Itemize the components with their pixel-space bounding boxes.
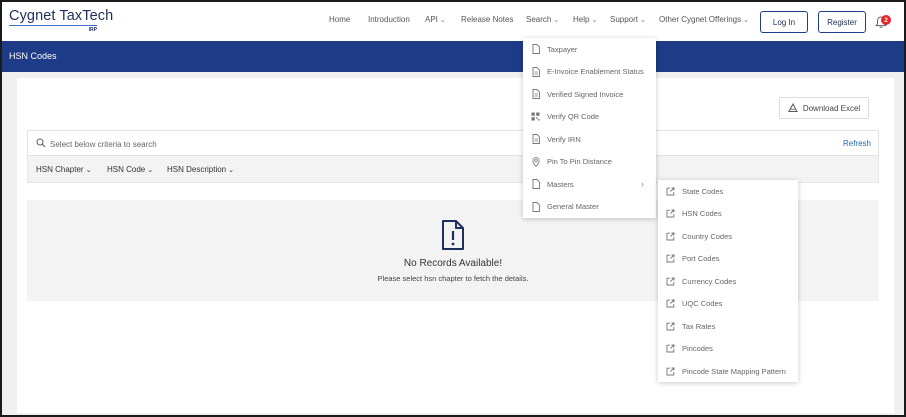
nav-search[interactable]: Search ⌄: [526, 15, 559, 24]
chevron-down-icon: ⌄: [228, 167, 235, 174]
triangle-icon: [787, 103, 798, 112]
submenu-item-tax-rates[interactable]: Tax Rates: [658, 315, 798, 337]
nav-home[interactable]: Home: [329, 15, 350, 24]
filter-hsn-description[interactable]: HSN Description ⌄: [167, 165, 234, 174]
search-icon: [36, 138, 46, 148]
submenu-item-port-codes[interactable]: Port Codes: [658, 248, 798, 270]
submenu-item-pincodes[interactable]: Pincodes: [658, 338, 798, 360]
menu-item-verify-irn[interactable]: Verify IRN: [523, 128, 656, 150]
external-link-icon: [666, 344, 675, 354]
brand-name: Cygnet TaxTech: [9, 8, 114, 24]
submenu-item-uqc-codes[interactable]: UQC Codes: [658, 293, 798, 315]
brand-logo[interactable]: Cygnet TaxTech IRP: [9, 8, 114, 33]
chevron-down-icon: ⌄: [85, 167, 92, 174]
external-link-icon: [666, 299, 675, 309]
external-link-icon: [666, 276, 675, 286]
chevron-down-icon: ⌄: [439, 17, 446, 24]
chevron-down-icon: ⌄: [743, 17, 749, 24]
brand-subtitle: IRP: [88, 27, 97, 33]
external-link-icon: [666, 366, 675, 376]
map-pin-icon: [531, 156, 540, 167]
search-dropdown-menu: Taxpayer E-Invoice Enablement Status Ver…: [523, 38, 656, 218]
notification-badge: 2: [881, 15, 891, 25]
chevron-down-icon: ⌄: [147, 167, 154, 174]
search-input[interactable]: [50, 137, 450, 151]
brand-underline: [9, 25, 97, 26]
filter-hsn-chapter[interactable]: HSN Chapter ⌄: [36, 165, 91, 174]
chevron-right-icon: ›: [641, 179, 644, 189]
file-icon: [531, 44, 540, 54]
nav-help[interactable]: Help ⌄: [573, 15, 597, 24]
chevron-down-icon: ⌄: [640, 17, 646, 24]
chevron-down-icon: ⌄: [553, 17, 560, 24]
page-header: HSN Codes: [2, 41, 904, 72]
register-button[interactable]: Register: [818, 11, 866, 33]
file-lines-icon: [531, 134, 540, 144]
chevron-down-icon: ⌄: [591, 17, 598, 24]
file-icon: [531, 179, 540, 189]
file-icon: [531, 201, 540, 212]
external-link-icon: [666, 321, 675, 331]
menu-item-masters[interactable]: Masters ›: [523, 173, 656, 195]
nav-release-notes[interactable]: Release Notes: [461, 15, 513, 24]
external-link-icon: [666, 231, 675, 241]
page-title: HSN Codes: [9, 51, 57, 61]
submenu-item-country-codes[interactable]: Country Codes: [658, 225, 798, 247]
menu-item-pin-to-pin-distance[interactable]: Pin To Pin Distance: [523, 151, 656, 173]
nav-api[interactable]: API ⌄: [425, 15, 446, 24]
refresh-link[interactable]: Refresh: [843, 139, 871, 148]
app-window: Cygnet TaxTech IRP Home Introduction API…: [0, 0, 906, 417]
external-link-icon: [666, 186, 675, 196]
search-bar: Refresh: [27, 130, 879, 156]
masters-submenu: State Codes HSN Codes Country Codes Port…: [658, 180, 798, 382]
menu-item-taxpayer[interactable]: Taxpayer: [523, 38, 656, 60]
download-excel-label: Download Excel: [802, 103, 861, 113]
submenu-item-state-codes[interactable]: State Codes: [658, 180, 798, 202]
submenu-item-currency-codes[interactable]: Currency Codes: [658, 270, 798, 292]
qr-code-icon: [531, 112, 540, 122]
external-link-icon: [666, 209, 675, 219]
menu-item-general-master[interactable]: General Master: [523, 196, 656, 218]
external-link-icon: [666, 254, 675, 264]
nav-other-offerings[interactable]: Other Cygnet Offerings ⌄: [659, 15, 749, 24]
menu-item-einvoice-status[interactable]: E-Invoice Enablement Status: [523, 61, 656, 83]
file-alert-icon: [442, 220, 464, 250]
top-navbar: Cygnet TaxTech IRP Home Introduction API…: [2, 2, 904, 41]
nav-introduction[interactable]: Introduction: [368, 15, 410, 24]
download-excel-button[interactable]: Download Excel: [779, 97, 869, 119]
filter-bar: HSN Chapter ⌄ HSN Code ⌄ HSN Description ⌄: [27, 156, 879, 183]
file-lines-icon: [531, 89, 540, 99]
menu-item-verify-qr-code[interactable]: Verify QR Code: [523, 106, 656, 128]
login-button[interactable]: Log In: [760, 11, 808, 33]
submenu-item-pincode-state-mapping[interactable]: Pincode State Mapping Pattern: [658, 360, 798, 382]
submenu-item-hsn-codes[interactable]: HSN Codes: [658, 203, 798, 225]
nav-support[interactable]: Support ⌄: [610, 15, 646, 24]
file-lines-icon: [531, 66, 540, 77]
filter-hsn-code[interactable]: HSN Code ⌄: [107, 165, 153, 174]
menu-item-verified-signed-invoice[interactable]: Verified Signed Invoice: [523, 83, 656, 105]
